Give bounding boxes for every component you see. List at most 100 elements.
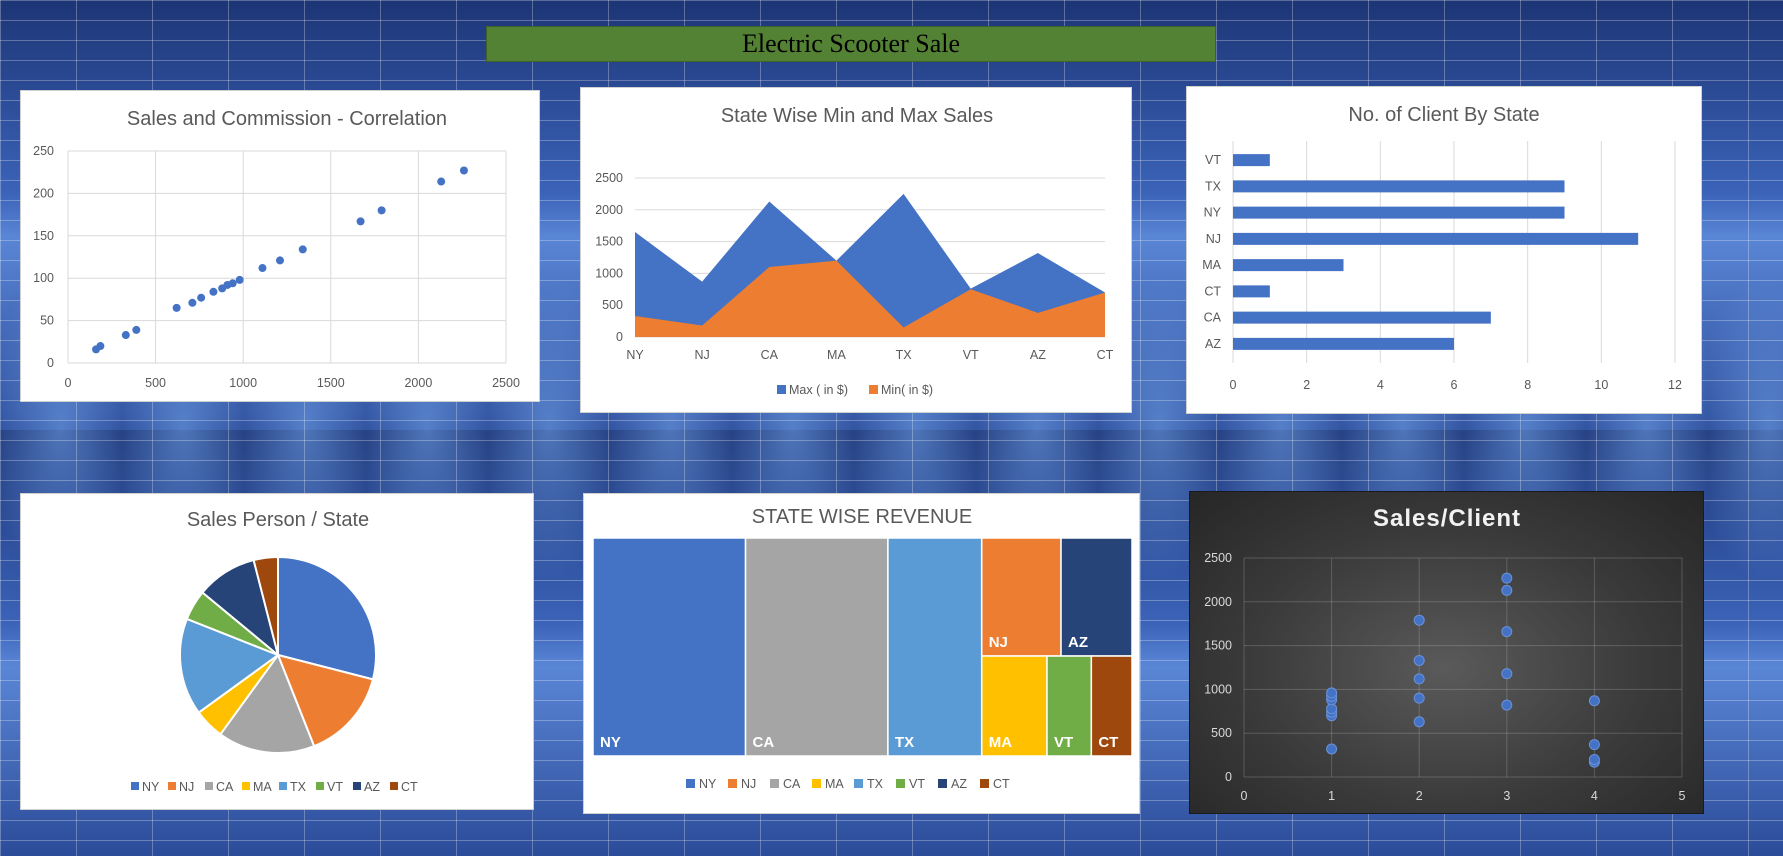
legend-label: CA: [783, 777, 801, 791]
data-point: [172, 303, 181, 312]
legend-swatch: [242, 782, 250, 790]
y-tick-label: 1000: [595, 266, 623, 280]
x-tick-label: CA: [761, 348, 779, 362]
data-point: [1588, 739, 1600, 751]
treemap-tile-tx: [887, 537, 983, 757]
bar: [1233, 154, 1270, 167]
data-point: [1413, 673, 1425, 685]
treemap-label: VT: [1054, 734, 1073, 751]
y-tick-label: 2500: [595, 171, 623, 185]
y-tick-label: 1500: [595, 235, 623, 249]
y-tick-label: 2000: [595, 203, 623, 217]
panel-sales-client: Sales/Client 0 500 1000 1500 2000 2500 0 1 2 3 4 5: [1189, 491, 1704, 814]
panel-sales-commission-correlation: Sales and Commission - Correlation 0 50 100…: [20, 90, 540, 402]
x-tick-label: 5: [1679, 789, 1686, 803]
y-tick-label: 2500: [1204, 551, 1232, 565]
y-tick-label: 200: [33, 186, 54, 200]
y-tick-label: NJ: [1206, 232, 1221, 246]
y-tick-label: 500: [1211, 726, 1232, 740]
y-tick-label: 1000: [1204, 682, 1232, 696]
x-tick-label: 0: [1230, 378, 1237, 392]
legend-label: Max ( in $): [789, 383, 848, 397]
x-tick-label: MA: [827, 348, 846, 362]
x-tick-label: 4: [1591, 789, 1598, 803]
data-point: [1326, 743, 1338, 755]
legend-label: AZ: [364, 780, 380, 794]
x-tick-label: NJ: [695, 348, 710, 362]
treemap-label: NJ: [989, 634, 1008, 651]
chart-state-wise-revenue: STATE WISE REVENUE NY CA TX NJ AZ MA VT CT NY NJ CA…: [592, 506, 1133, 791]
y-tick-label: CT: [1204, 284, 1221, 298]
panel-clients-by-state: No. of Client By State 0 2 4 6 8 10 12 VT TX NY NJ M…: [1186, 86, 1702, 414]
data-point: [1413, 614, 1425, 626]
data-point: [1501, 584, 1513, 596]
legend-label: CT: [401, 780, 418, 794]
panel-state-wise-revenue: STATE WISE REVENUE NY CA TX NJ AZ MA VT CT NY NJ CA…: [583, 493, 1140, 814]
legend-swatch: [770, 779, 779, 788]
legend-swatch: [316, 782, 324, 790]
legend-swatch: [777, 385, 786, 394]
y-tick-label: 0: [47, 356, 54, 370]
legend-swatch: [353, 782, 361, 790]
legend-label: MA: [825, 777, 844, 791]
chart-title: Sales/Client: [1373, 505, 1521, 532]
data-point: [96, 342, 105, 351]
panel-state-min-max-sales: State Wise Min and Max Sales 0 500 1000 1500…: [580, 87, 1132, 413]
y-tick-label: 2000: [1204, 595, 1232, 609]
legend-swatch: [686, 779, 695, 788]
x-tick-label: 2: [1416, 789, 1423, 803]
x-tick-label: CT: [1097, 348, 1114, 362]
data-point: [188, 298, 197, 307]
chart-sales-commission-correlation: Sales and Commission - Correlation 0 50 100…: [33, 108, 520, 390]
legend-label: AZ: [951, 777, 967, 791]
legend-label: NJ: [179, 780, 194, 794]
y-tick-label: NY: [1204, 206, 1222, 220]
chart-title: Sales and Commission - Correlation: [127, 108, 447, 130]
chart-title: STATE WISE REVENUE: [752, 506, 972, 528]
bar: [1233, 206, 1565, 219]
x-tick-label: TX: [896, 348, 913, 362]
x-tick-label: 2500: [492, 376, 520, 390]
data-point: [1326, 687, 1338, 699]
treemap-label: CA: [753, 734, 775, 751]
x-tick-label: 2000: [404, 376, 432, 390]
legend-label: MA: [253, 780, 272, 794]
data-point: [437, 177, 446, 186]
data-point: [209, 287, 218, 296]
legend-swatch: [168, 782, 176, 790]
bar: [1233, 232, 1639, 245]
y-tick-label: 0: [1225, 770, 1232, 784]
panel-sales-person-state: Sales Person / State NY NJ CA MA TX VT AZ CT: [20, 493, 534, 810]
data-point: [132, 325, 141, 334]
bar: [1233, 285, 1270, 298]
x-tick-label: 1: [1328, 789, 1335, 803]
legend-label: Min( in $): [881, 383, 933, 397]
x-tick-label: 500: [145, 376, 166, 390]
data-point: [228, 279, 237, 288]
legend-swatch: [728, 779, 737, 788]
data-point: [356, 217, 365, 226]
chart-state-min-max-sales: State Wise Min and Max Sales 0 500 1000 1500…: [595, 105, 1114, 397]
x-tick-label: 6: [1451, 378, 1458, 392]
treemap-label: AZ: [1068, 634, 1088, 651]
data-point: [459, 166, 468, 175]
y-tick-label: 1500: [1204, 639, 1232, 653]
treemap-label: MA: [989, 734, 1012, 751]
data-point: [121, 331, 130, 340]
y-tick-label: 0: [616, 330, 623, 344]
x-tick-label: VT: [963, 348, 979, 362]
x-tick-label: 1000: [229, 376, 257, 390]
treemap-label: CT: [1098, 734, 1118, 751]
legend-label: CT: [993, 777, 1010, 791]
chart-title: Sales Person / State: [187, 509, 369, 531]
legend-swatch: [812, 779, 821, 788]
x-tick-label: 1500: [317, 376, 345, 390]
x-tick-label: 3: [1503, 789, 1510, 803]
chart-sales-person-state: Sales Person / State NY NJ CA MA TX VT AZ CT: [131, 509, 418, 794]
data-point: [1501, 668, 1513, 680]
x-tick-label: 2: [1303, 378, 1310, 392]
x-tick-label: AZ: [1030, 348, 1046, 362]
chart-title: No. of Client By State: [1348, 104, 1539, 126]
legend-swatch: [938, 779, 947, 788]
legend-label: NY: [699, 777, 717, 791]
